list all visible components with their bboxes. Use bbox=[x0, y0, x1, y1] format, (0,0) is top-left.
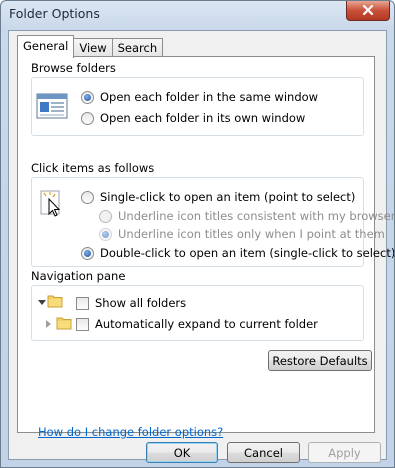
auto-expand-option[interactable]: Automatically expand to current folder bbox=[76, 317, 318, 331]
same-window-label: Open each folder in the same window bbox=[100, 90, 319, 104]
close-button[interactable] bbox=[346, 1, 390, 21]
single-click-radio[interactable] bbox=[81, 190, 94, 204]
folder-options-window: Folder Options General View Search Brows… bbox=[0, 0, 395, 468]
auto-expand-checkbox[interactable] bbox=[76, 317, 89, 331]
navigation-pane-group: Navigation pane Show all folders Automat… bbox=[31, 269, 364, 341]
restore-defaults-button[interactable]: Restore Defaults bbox=[268, 350, 372, 371]
single-click-label: Single-click to open an item (point to s… bbox=[100, 190, 356, 204]
folder-window-icon bbox=[36, 93, 68, 119]
close-icon bbox=[362, 5, 374, 16]
underline-point-radio bbox=[99, 227, 112, 241]
show-all-folders-checkbox[interactable] bbox=[76, 296, 89, 310]
general-tab-panel: Browse folders Open each folder in the s… bbox=[17, 56, 394, 439]
triangle-down-icon bbox=[38, 300, 46, 305]
browse-folders-label: Browse folders bbox=[31, 61, 116, 75]
underline-point-label: Underline icon titles only when I point … bbox=[118, 227, 385, 241]
tab-search[interactable]: Search bbox=[111, 38, 164, 58]
tab-general[interactable]: General bbox=[17, 35, 75, 58]
own-window-option[interactable]: Open each folder in its own window bbox=[81, 111, 305, 125]
same-window-option[interactable]: Open each folder in the same window bbox=[81, 90, 318, 104]
triangle-right-icon bbox=[46, 320, 51, 328]
navigation-pane-label: Navigation pane bbox=[31, 269, 126, 283]
underline-point-option: Underline icon titles only when I point … bbox=[99, 227, 385, 241]
show-all-folders-option[interactable]: Show all folders bbox=[76, 296, 186, 310]
title-bar[interactable]: Folder Options bbox=[1, 1, 394, 29]
own-window-radio[interactable] bbox=[81, 111, 94, 125]
pointer-icon bbox=[40, 190, 61, 217]
tab-view[interactable]: View bbox=[73, 38, 113, 58]
ok-button[interactable]: OK bbox=[146, 442, 218, 463]
single-click-option[interactable]: Single-click to open an item (point to s… bbox=[81, 190, 355, 204]
browse-folders-group: Browse folders Open each folder in the s… bbox=[31, 61, 364, 136]
click-items-label: Click items as follows bbox=[31, 161, 155, 175]
dialog-body: General View Search Browse folders Open … bbox=[8, 30, 394, 463]
double-click-label: Double-click to open an item (single-cli… bbox=[100, 246, 395, 260]
click-items-group: Click items as follows Single-click to o… bbox=[31, 161, 394, 267]
cancel-button[interactable]: Cancel bbox=[227, 442, 300, 463]
tab-strip: General View Search bbox=[17, 35, 164, 58]
apply-button[interactable]: Apply bbox=[308, 442, 381, 463]
auto-expand-label: Automatically expand to current folder bbox=[95, 317, 318, 331]
own-window-label: Open each folder in its own window bbox=[100, 111, 306, 125]
show-all-folders-label: Show all folders bbox=[95, 296, 187, 310]
underline-consistent-radio bbox=[99, 209, 112, 223]
folder-icon bbox=[56, 317, 72, 330]
underline-consistent-label: Underline icon titles consistent with my… bbox=[118, 209, 395, 223]
window-title: Folder Options bbox=[9, 6, 100, 21]
double-click-radio[interactable] bbox=[81, 246, 94, 260]
underline-consistent-option: Underline icon titles consistent with my… bbox=[99, 209, 395, 223]
folder-icon bbox=[47, 295, 63, 308]
same-window-radio[interactable] bbox=[81, 90, 94, 104]
double-click-option[interactable]: Double-click to open an item (single-cli… bbox=[81, 246, 395, 260]
help-link[interactable]: How do I change folder options? bbox=[38, 425, 223, 439]
